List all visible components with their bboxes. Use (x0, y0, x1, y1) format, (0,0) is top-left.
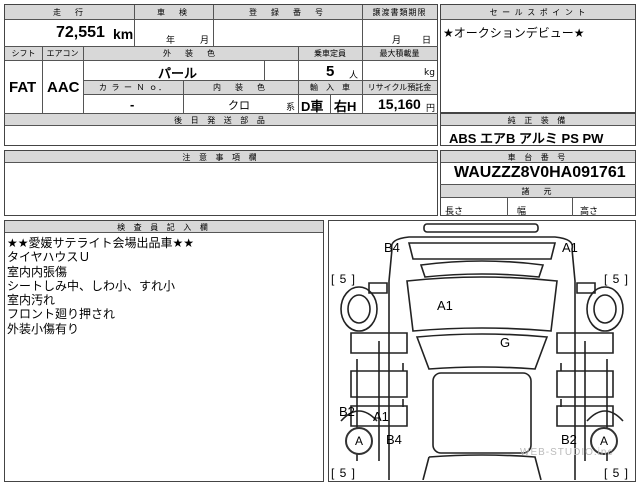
wheel-rating-left: A (345, 427, 373, 455)
sales-point-text: ★オークションデビュー★ (443, 26, 585, 40)
dims-label: 諸 元 (521, 187, 555, 196)
sales-point-label: セ ー ル ス ポ イ ン ト (489, 8, 587, 17)
max-load-label: 最大積載量 (379, 49, 420, 58)
divider (264, 61, 265, 80)
note-line: ★★愛媛サテライト会場出品車★★ (7, 236, 195, 250)
watermark: WEB-STUDIO.inc (520, 447, 614, 458)
inspection-year-unit: 年 (166, 36, 176, 46)
note-line: 室内汚れ (7, 293, 56, 308)
height-label: 高さ (580, 207, 599, 217)
aircon-label: エアコン (46, 49, 79, 58)
note-line: シートしみ中、しわ小、すれ小 (7, 278, 176, 293)
divider (83, 94, 437, 95)
transfer-day-unit: 日 (422, 36, 432, 46)
capacity-unit: 人 (349, 71, 359, 81)
damage-mark-rear-left: A1 (373, 409, 389, 424)
recycle-fee-unit: 円 (426, 104, 436, 114)
divider (507, 198, 508, 216)
interior-color-value: クロ (228, 100, 250, 112)
exterior-color-label: 外 装 色 (163, 49, 218, 58)
capacity-value: 5 (326, 63, 335, 80)
damage-mark-roof: G (500, 335, 511, 350)
later-parts-label: 後 日 発 送 部 品 (174, 116, 268, 125)
max-load-unit: kg (424, 68, 435, 78)
inspection-label: 車 検 (157, 8, 190, 17)
width-label: 幅 (517, 207, 527, 217)
equipment-items: ABS エアB アルミ PS PW (449, 131, 604, 146)
tire-tread-rear-left: [ 5 ] (331, 466, 357, 480)
damage-mark-rear-door-left: B2 (339, 404, 355, 419)
shift-value: FAT (9, 79, 37, 96)
tire-tread-front-right: [ 5 ] (604, 272, 630, 286)
note-line: タイヤハウスＵ (7, 250, 91, 265)
divider (572, 198, 573, 216)
interior-color-label: 内 装 色 (213, 83, 268, 92)
chassis-number: WAUZZZ8V0HA091761 (454, 164, 626, 181)
note-line: 外装小傷有り (7, 321, 80, 336)
damage-mark-hood: A1 (437, 298, 453, 313)
shift-label: シフト (11, 49, 36, 58)
damage-mark-front-right: A1 (562, 240, 578, 255)
import-value-drive: D車 (301, 99, 324, 114)
divider (330, 94, 331, 113)
registration-label: 登 録 番 号 (249, 8, 326, 17)
tire-tread-front-left: [ 5 ] (331, 272, 357, 286)
mileage-value: 72,551 (56, 24, 105, 41)
damage-mark-rear-right: B2 (561, 432, 577, 447)
note-line: 室内内張傷 (7, 264, 68, 279)
import-label: 輸 入 車 (310, 83, 350, 92)
inspection-month-unit: 月 (200, 36, 210, 46)
inspector-notes: ★★愛媛サテライト会場出品車★★ タイヤハウスＵ 室内内張傷 シートしみ中、しわ… (7, 236, 194, 336)
sales-point-box (440, 4, 636, 113)
mileage-unit: km (113, 26, 134, 42)
aircon-value: AAC (47, 79, 80, 96)
import-value-handle: 右H (334, 99, 357, 114)
capacity-label: 乗車定員 (314, 49, 346, 58)
damage-mark-front-left: B4 (384, 240, 400, 255)
caution-label: 注 意 事 項 欄 (182, 153, 260, 162)
equipment-label: 純 正 装 備 (507, 116, 569, 125)
tire-tread-rear-right: [ 5 ] (604, 466, 630, 480)
mileage-label: 走 行 (53, 8, 86, 17)
damage-mark-rear-bottom-left: B4 (386, 432, 402, 447)
exterior-color-value: パール (158, 66, 198, 81)
transfer-deadline-label: 譲渡書類期限 (372, 8, 427, 17)
inspector-label: 検 査 員 記 入 欄 (117, 223, 211, 232)
transfer-month-unit: 月 (392, 36, 402, 46)
recycle-fee-label: リサイクル預託金 (367, 83, 432, 92)
length-label: 長さ (445, 207, 464, 217)
interior-color-suffix: 系 (286, 103, 296, 113)
color-no-value: - (130, 97, 135, 112)
color-no-label: カ ラ ー Ｎ ｏ． (98, 83, 168, 92)
recycle-fee-value: 15,160 (378, 96, 421, 112)
note-line: フロント廻り押され (7, 307, 116, 322)
chassis-label: 車 台 番 号 (507, 153, 569, 162)
